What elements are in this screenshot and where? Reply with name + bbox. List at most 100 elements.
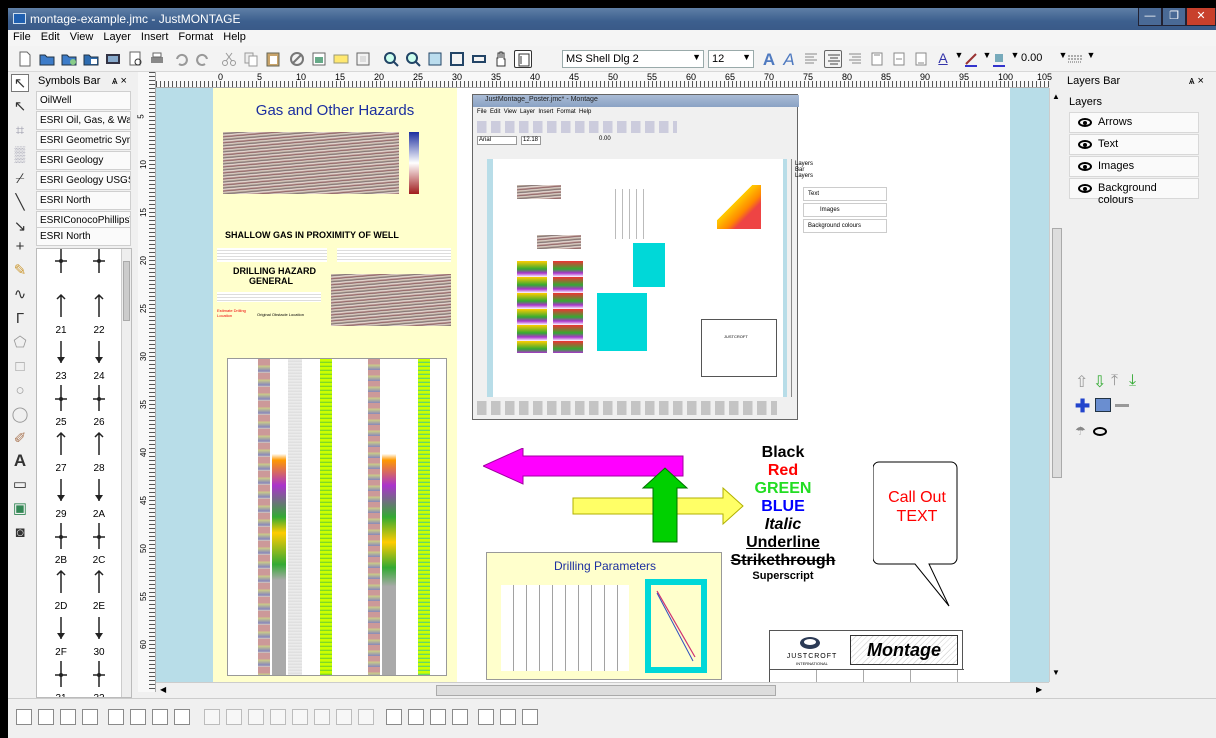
- lock-icon[interactable]: [60, 709, 76, 725]
- font-italic-icon[interactable]: A: [780, 50, 798, 69]
- print-preview-icon[interactable]: [126, 50, 144, 68]
- layer-row-arrows[interactable]: Arrows: [1069, 112, 1199, 133]
- text-tool-icon[interactable]: A: [11, 452, 29, 470]
- template-icon[interactable]: [82, 50, 100, 68]
- zoom-width-icon[interactable]: [470, 50, 488, 68]
- new-document-icon[interactable]: [16, 50, 34, 68]
- symbol-grid-scroll-thumb[interactable]: [123, 261, 130, 321]
- close-button[interactable]: ✕: [1186, 8, 1216, 26]
- crosshair-tool-icon[interactable]: +: [11, 238, 29, 256]
- marker-tool-icon[interactable]: ✐: [11, 430, 29, 448]
- menu-view[interactable]: View: [65, 30, 99, 43]
- circle-tool-icon[interactable]: ◯: [11, 406, 29, 424]
- arrow-line-tool-icon[interactable]: ↘: [11, 218, 29, 236]
- add-layer-icon[interactable]: ✚: [1075, 396, 1090, 417]
- bring-front-icon[interactable]: [108, 709, 124, 725]
- insert-frame-icon[interactable]: [354, 50, 372, 68]
- symbol-cell[interactable]: [75, 249, 123, 289]
- scroll-up-icon[interactable]: ▲: [1052, 92, 1060, 101]
- callout-shape[interactable]: [873, 458, 963, 618]
- remove-layer-icon[interactable]: [1115, 404, 1129, 407]
- center-page-icon[interactable]: [452, 709, 468, 725]
- group-icon[interactable]: [16, 709, 32, 725]
- symbol-cell[interactable]: 30: [75, 609, 123, 658]
- distribute-v-icon[interactable]: [358, 709, 374, 725]
- layers-bar-controls[interactable]: ѧ ×: [1189, 75, 1204, 91]
- rename-layer-icon[interactable]: [1095, 398, 1111, 412]
- menu-insert[interactable]: Insert: [136, 30, 174, 43]
- distribute-h-icon[interactable]: [336, 709, 352, 725]
- menu-format[interactable]: Format: [173, 30, 218, 43]
- copy-icon[interactable]: [242, 50, 260, 68]
- menu-help[interactable]: Help: [218, 30, 251, 43]
- align-center-icon[interactable]: [824, 50, 842, 68]
- same-height-icon[interactable]: [408, 709, 424, 725]
- align-right-icon[interactable]: [846, 50, 864, 68]
- symbol-grid-scrollbar[interactable]: [121, 249, 131, 697]
- eye-icon[interactable]: [1078, 162, 1092, 171]
- drilling-parameters-panel[interactable]: Drilling Parameters: [486, 552, 722, 680]
- symbol-cell[interactable]: 22: [75, 287, 123, 336]
- insert-image-icon[interactable]: [310, 50, 328, 68]
- canvas-horizontal-scrollbar[interactable]: ◀ ▶: [156, 682, 1049, 698]
- paste-icon[interactable]: [264, 50, 282, 68]
- symbol-category-4[interactable]: ESRI Geology USGS 95-...: [36, 171, 131, 190]
- show-layer-icon[interactable]: [1093, 427, 1107, 436]
- zoom-fit-icon[interactable]: [448, 50, 466, 68]
- same-size-icon[interactable]: [430, 709, 446, 725]
- send-backward-icon[interactable]: [152, 709, 168, 725]
- callout-tool-icon[interactable]: ▭: [11, 476, 29, 494]
- symbol-cell[interactable]: 2C: [75, 517, 123, 566]
- move-layer-bottom-icon[interactable]: ⤓: [1129, 372, 1136, 390]
- image-tool-icon[interactable]: ▣: [11, 500, 29, 518]
- fit-page-icon[interactable]: [522, 709, 538, 725]
- same-width-icon[interactable]: [386, 709, 402, 725]
- align-top-edges-icon[interactable]: [270, 709, 286, 725]
- cut-icon[interactable]: [220, 50, 238, 68]
- layer-row-text[interactable]: Text: [1069, 134, 1199, 155]
- text-styles-block[interactable]: Black Red GREEN BLUE Italic Underline St…: [713, 444, 853, 582]
- move-layer-up-icon[interactable]: ⇧: [1075, 372, 1088, 392]
- polygon-tool-icon[interactable]: ⬠: [11, 334, 29, 352]
- align-vcenters-icon[interactable]: [292, 709, 308, 725]
- pencil-tool-icon[interactable]: ✎: [11, 262, 29, 280]
- symbol-cell[interactable]: 2E: [75, 563, 123, 612]
- line-tool-icon[interactable]: ╲: [11, 194, 29, 212]
- delete-icon[interactable]: [288, 50, 306, 68]
- move-layer-down-icon[interactable]: ⇩: [1093, 372, 1106, 392]
- horizontal-scroll-thumb[interactable]: [436, 685, 776, 696]
- export-icon[interactable]: [104, 50, 122, 68]
- polyline-tool-icon[interactable]: Γ: [11, 310, 29, 328]
- symbol-category-5[interactable]: ESRI North: [36, 191, 131, 210]
- zoom-in-icon[interactable]: [382, 50, 400, 68]
- bring-forward-icon[interactable]: [130, 709, 146, 725]
- align-bottom-edges-icon[interactable]: [314, 709, 330, 725]
- symbol-category-0[interactable]: OilWell: [36, 91, 131, 110]
- pointer-tool-icon[interactable]: ↖: [11, 74, 29, 92]
- vertical-scroll-thumb[interactable]: [1052, 228, 1062, 478]
- line-width-field[interactable]: 0.00: [1018, 50, 1054, 68]
- canvas-area[interactable]: Gas and Other Hazards SHALLOW GAS IN PRO…: [156, 88, 1049, 682]
- move-layer-top-icon[interactable]: ⤒: [1111, 372, 1118, 390]
- align-middle-icon[interactable]: [890, 50, 908, 68]
- node-select-tool-icon[interactable]: ↖: [11, 98, 29, 116]
- ellipse-tool-icon[interactable]: ○: [11, 382, 29, 400]
- ungroup-icon[interactable]: [38, 709, 54, 725]
- menu-file[interactable]: File: [8, 30, 36, 43]
- line-style-dropdown[interactable]: ▼: [1082, 50, 1100, 68]
- align-right-edges-icon[interactable]: [248, 709, 264, 725]
- align-top-icon[interactable]: [868, 50, 886, 68]
- pan-hand-icon[interactable]: [492, 50, 510, 68]
- eye-icon[interactable]: [1078, 184, 1092, 193]
- symbol-category-3[interactable]: ESRI Geology: [36, 151, 131, 170]
- layer-row-images[interactable]: Images: [1069, 156, 1199, 177]
- menu-edit[interactable]: Edit: [36, 30, 65, 43]
- scroll-down-icon[interactable]: ▼: [1052, 668, 1060, 677]
- well-symbol-tool-icon[interactable]: ⌿: [11, 170, 29, 188]
- symbols-bar-controls[interactable]: ѧ ×: [112, 75, 127, 91]
- symbol-category-2[interactable]: ESRI Geometric Symbols: [36, 131, 131, 150]
- scroll-left-icon[interactable]: ◀: [160, 685, 166, 694]
- print-icon[interactable]: [148, 50, 166, 68]
- crop-tool-icon[interactable]: ⌗: [11, 122, 29, 140]
- zoom-out-icon[interactable]: [404, 50, 422, 68]
